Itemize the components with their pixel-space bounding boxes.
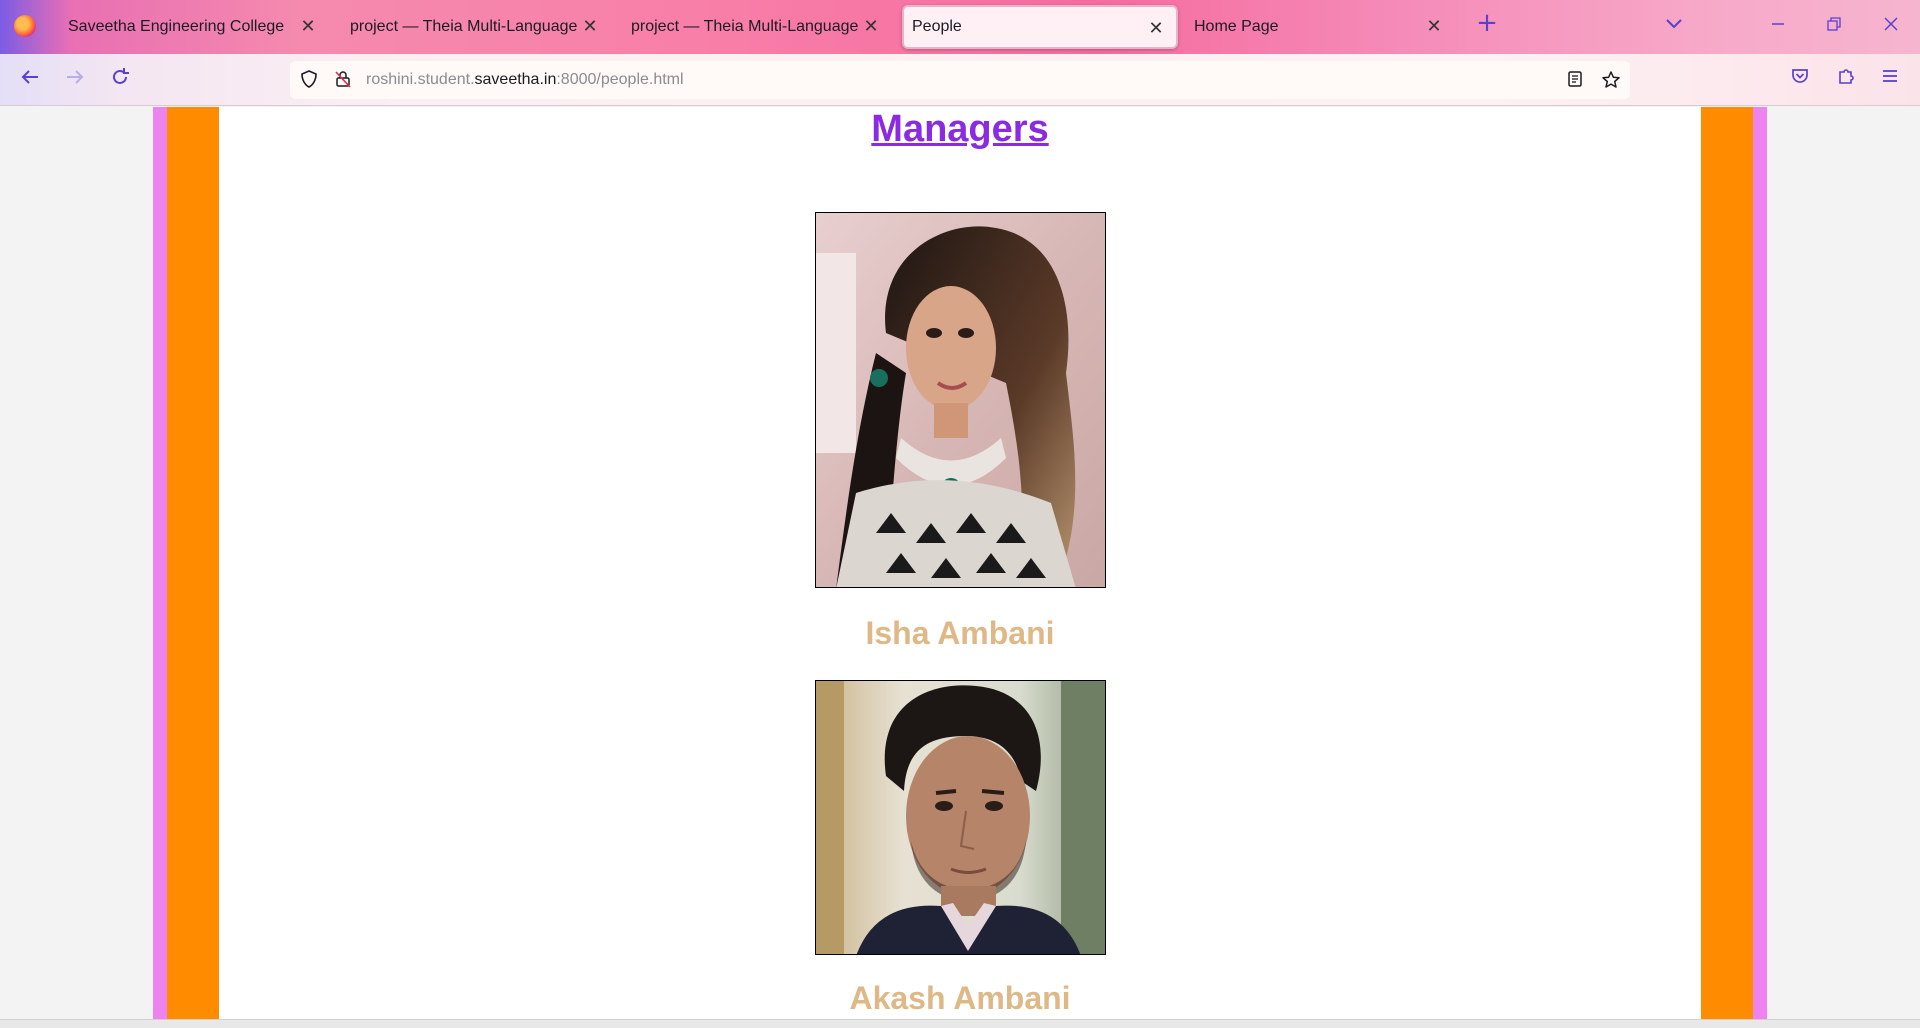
tab-label: Saveetha Engineering College <box>68 18 285 35</box>
firefox-logo-icon[interactable] <box>14 15 36 37</box>
close-window-icon[interactable] <box>1876 12 1906 42</box>
url-suffix: :8000/people.html <box>556 71 684 88</box>
tab-strip: Saveetha Engineering College ✕ project —… <box>0 0 1920 54</box>
person-name-akash: Akash Ambani <box>849 980 1071 1016</box>
left-pink-border <box>153 107 167 1019</box>
tab-home-page[interactable]: Home Page ✕ <box>1184 5 1454 49</box>
person-name-isha: Isha Ambani <box>865 615 1055 651</box>
extensions-puzzle-icon[interactable] <box>1832 66 1860 94</box>
right-pink-border <box>1753 107 1767 1019</box>
insecure-lock-icon[interactable] <box>333 70 353 90</box>
shield-icon[interactable] <box>299 70 319 90</box>
page-viewport[interactable]: Managers Isha Ambani Akash Ambani <box>0 107 1920 1019</box>
back-arrow-icon[interactable] <box>16 66 44 94</box>
page-content: Managers Isha Ambani Akash Ambani <box>219 107 1701 1019</box>
hamburger-menu-icon[interactable] <box>1876 66 1904 94</box>
restore-icon[interactable] <box>1819 12 1849 42</box>
pocket-icon[interactable] <box>1786 66 1814 94</box>
tab-label: project — Theia Multi-Language Ex <box>350 18 580 35</box>
close-tab-icon[interactable]: ✕ <box>861 16 881 36</box>
bookmark-star-icon[interactable] <box>1601 70 1621 90</box>
tab-label: project — Theia Multi-Language Ex <box>631 18 861 35</box>
tab-theia-1[interactable]: project — Theia Multi-Language Ex ✕ <box>340 5 610 49</box>
bottom-edge <box>0 1019 1920 1028</box>
tab-label: People <box>912 18 962 35</box>
tab-theia-2[interactable]: project — Theia Multi-Language Ex ✕ <box>621 5 891 49</box>
url-prefix: roshini.student. <box>366 71 475 88</box>
navigation-toolbar: roshini.student.saveetha.in:8000/people.… <box>0 54 1920 106</box>
close-tab-icon[interactable]: ✕ <box>1424 16 1444 36</box>
right-orange-border <box>1701 107 1753 1019</box>
chevron-down-icon[interactable] <box>1662 14 1686 38</box>
reader-view-icon[interactable] <box>1565 70 1585 90</box>
left-orange-border <box>167 107 219 1019</box>
url-domain: saveetha.in <box>474 71 557 88</box>
url-text[interactable]: roshini.student.saveetha.in:8000/people.… <box>366 71 684 89</box>
forward-arrow-icon[interactable] <box>61 66 89 94</box>
reload-icon[interactable] <box>106 66 134 94</box>
tab-people[interactable]: People ✕ <box>902 5 1178 49</box>
tab-saveetha[interactable]: Saveetha Engineering College ✕ <box>58 5 328 49</box>
close-tab-icon[interactable]: ✕ <box>298 16 318 36</box>
new-tab-plus-icon[interactable]: + <box>1475 10 1499 36</box>
url-bar[interactable]: roshini.student.saveetha.in:8000/people.… <box>290 61 1630 99</box>
managers-heading: Managers <box>871 108 1049 150</box>
tab-label: Home Page <box>1194 18 1279 35</box>
close-tab-icon[interactable]: ✕ <box>580 16 600 36</box>
person-photo-isha <box>815 212 1106 588</box>
close-tab-icon[interactable]: ✕ <box>1146 18 1166 38</box>
person-photo-akash <box>815 680 1106 955</box>
minimize-icon[interactable] <box>1763 12 1793 42</box>
